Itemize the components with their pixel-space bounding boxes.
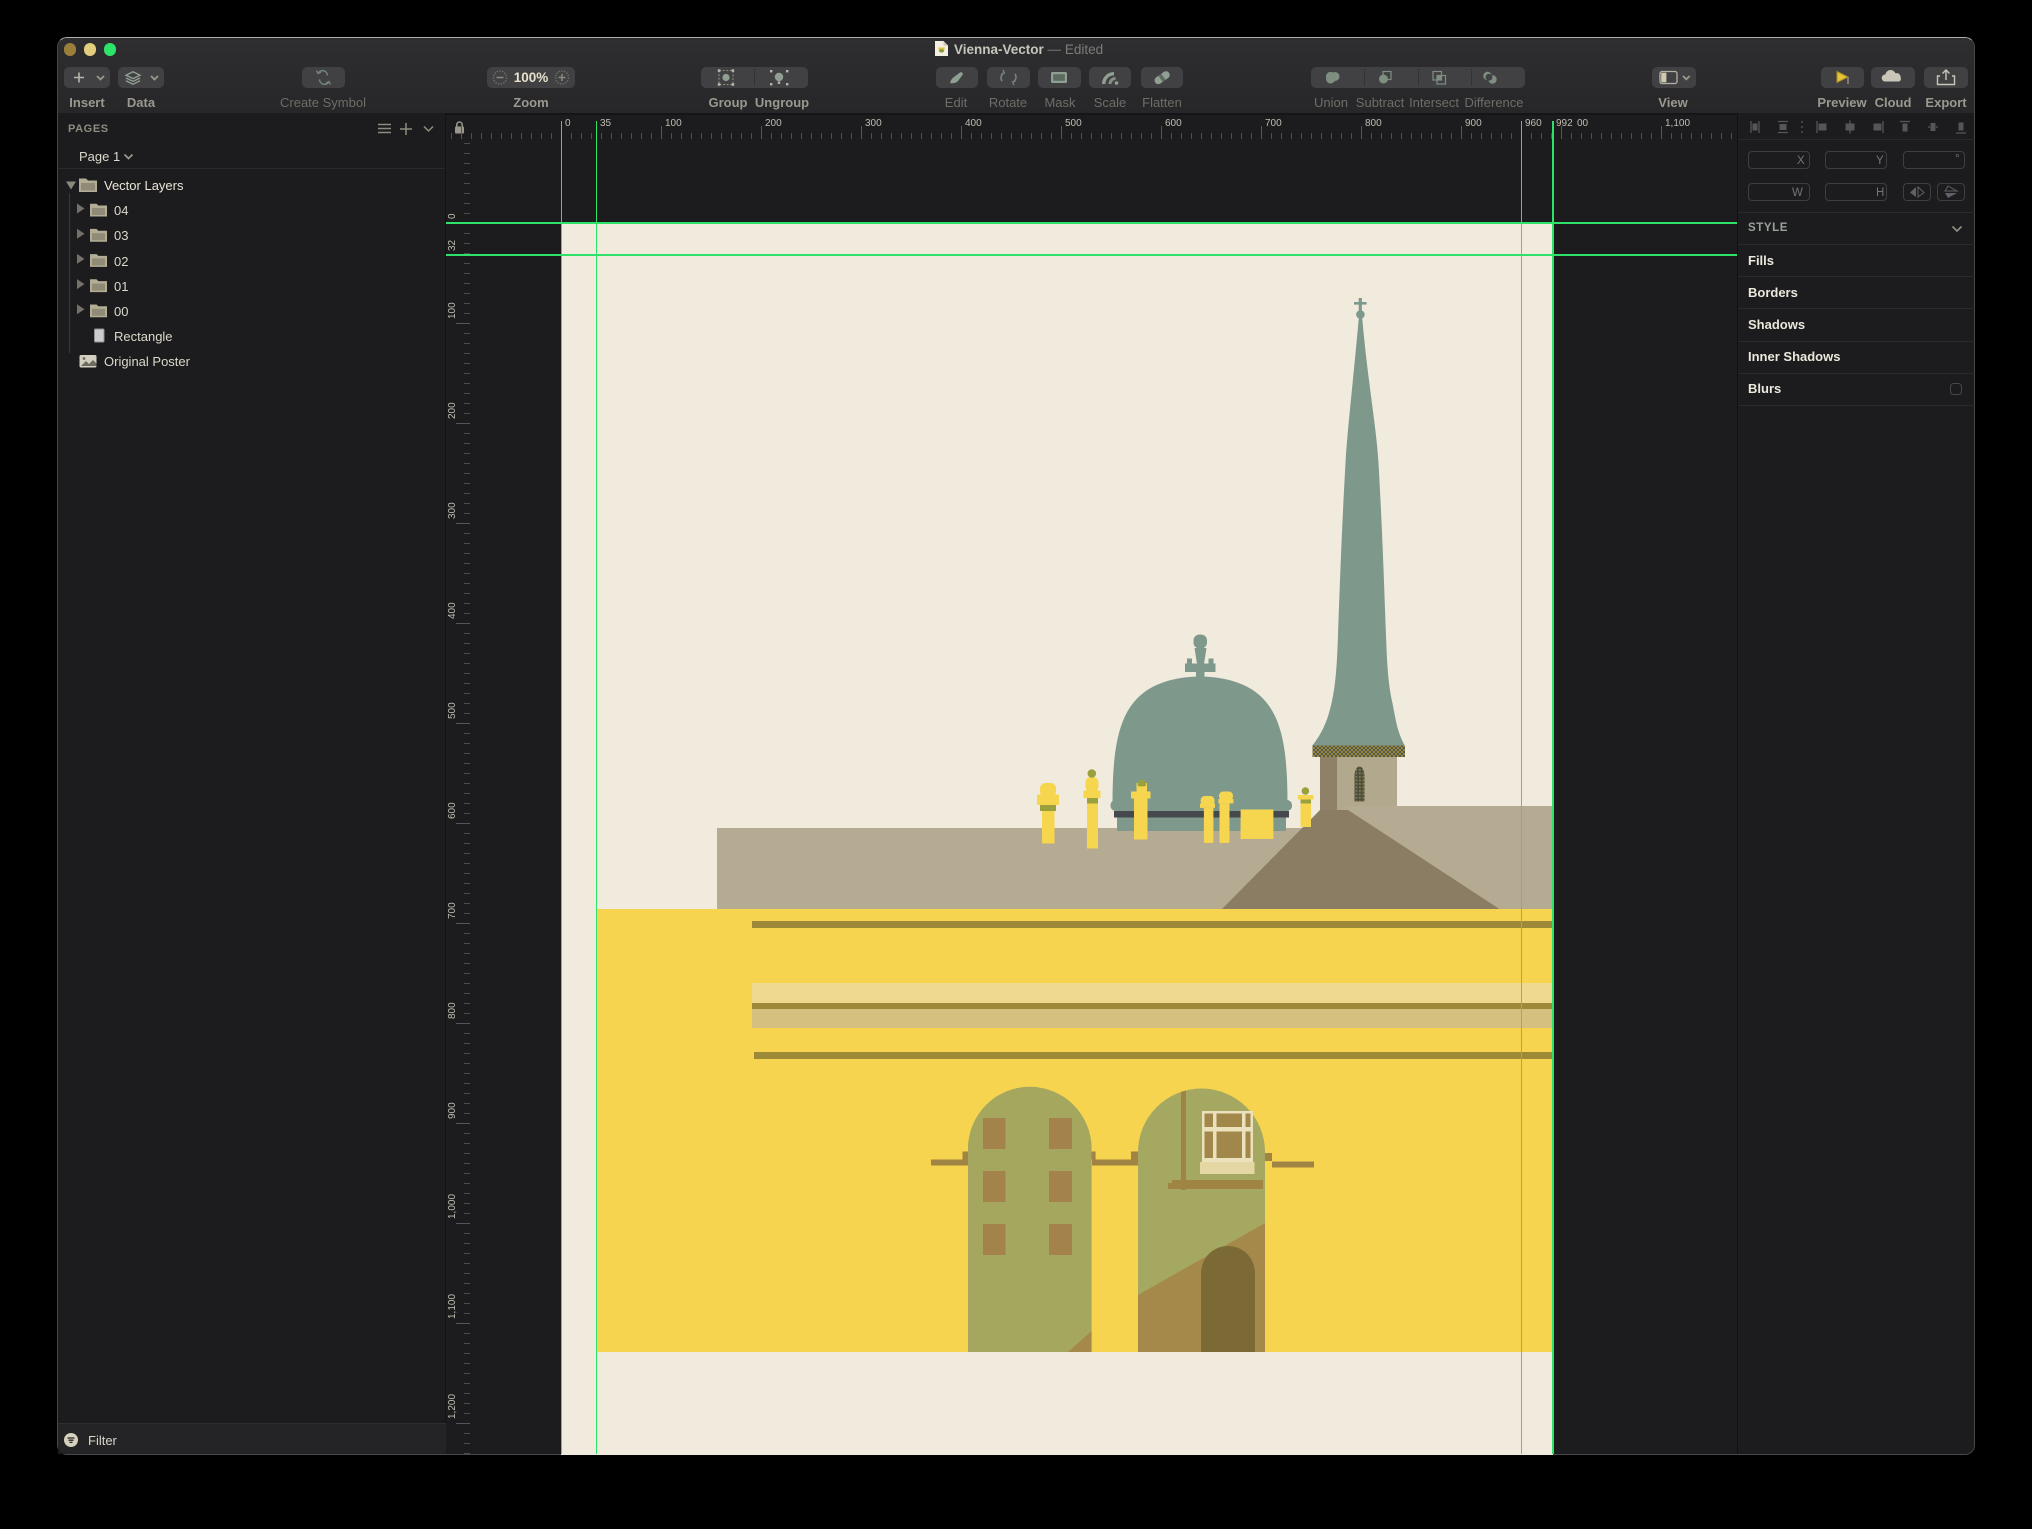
svg-text:100%: 100% — [514, 70, 549, 85]
